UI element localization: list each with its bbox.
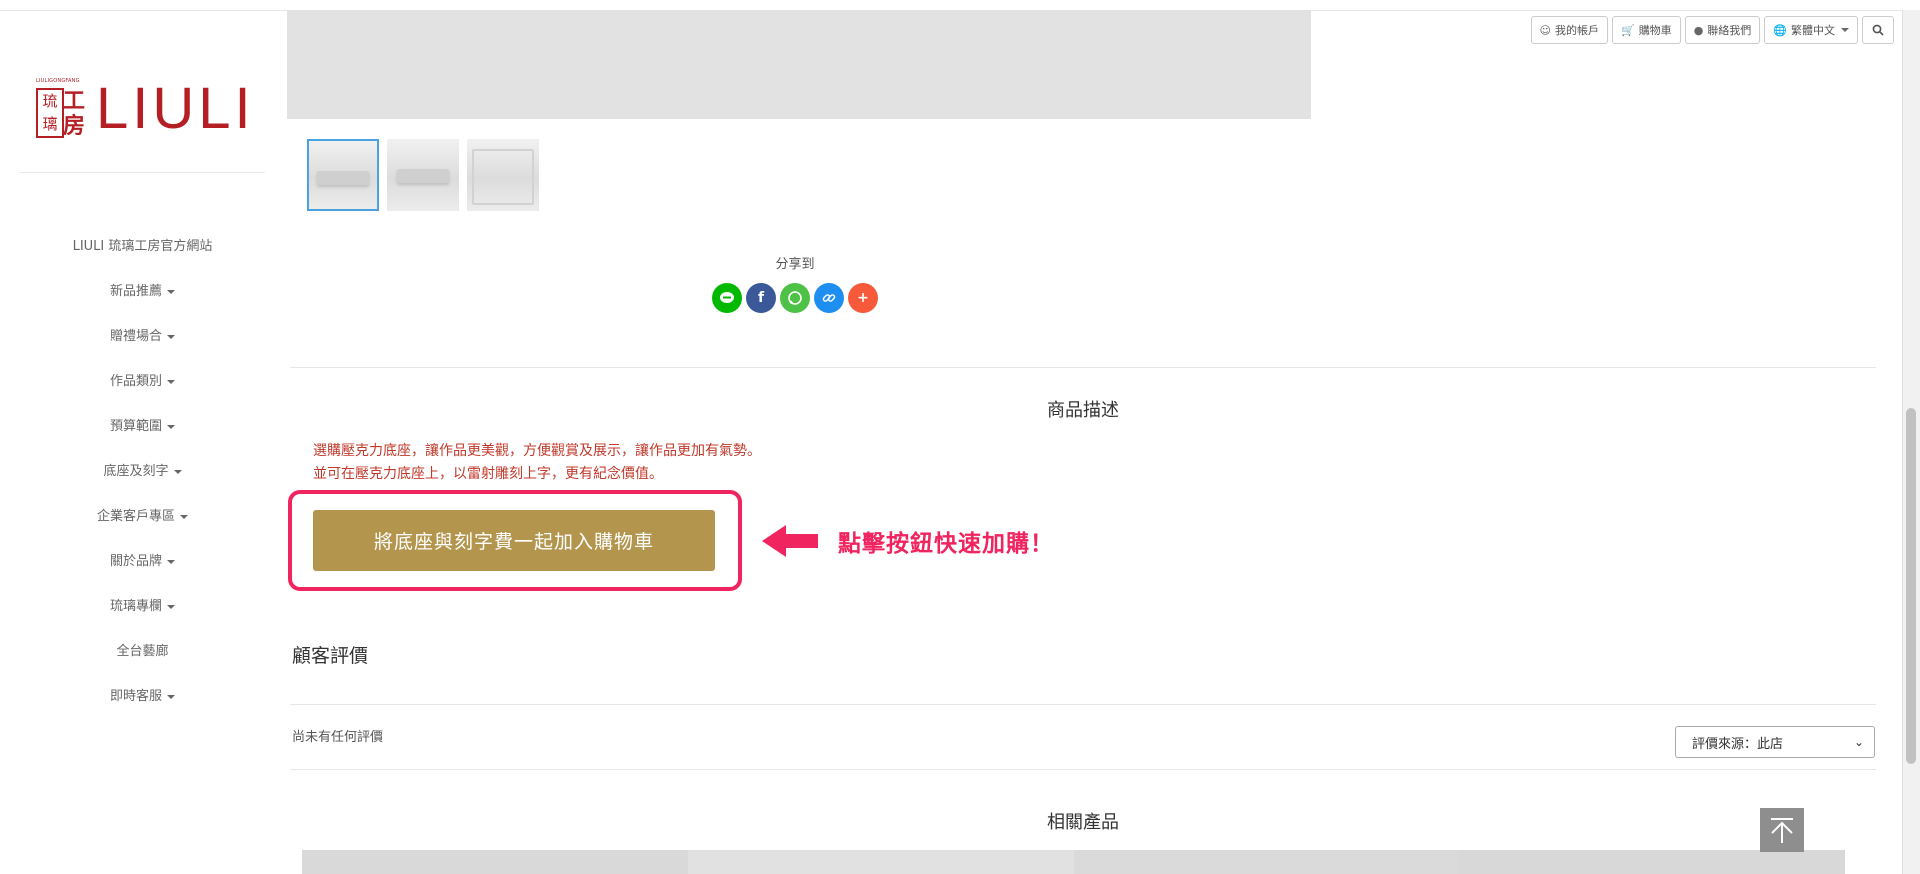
sidebar-item-9[interactable]: 琉璃專欄 (0, 592, 285, 637)
related-product-card[interactable] (302, 850, 688, 874)
sidebar-item-label: 全台藝廊 (116, 644, 169, 659)
arrow-left-icon (762, 525, 818, 557)
user-icon: ☺ (1539, 23, 1551, 37)
share-label: 分享到 (775, 257, 815, 272)
cart-button[interactable]: 🛒 購物車 (1611, 16, 1681, 44)
whatsapp-share-icon[interactable] (780, 283, 810, 313)
sidebar-nav: LIULI 琉璃工房官方網站新品推薦贈禮場合作品類別預算範圍底座及刻字企業客戶專… (0, 232, 285, 727)
search-button[interactable] (1862, 16, 1894, 44)
chevron-down-icon (167, 694, 175, 699)
sidebar-item-6[interactable]: 底座及刻字 (0, 457, 285, 502)
cart-icon: 🛒 (1620, 23, 1635, 37)
chevron-down-icon (167, 289, 175, 294)
review-source-value: 評價來源：此店 (1692, 736, 1784, 752)
cart-label: 購物車 (1638, 24, 1672, 37)
related-products-title: 相關產品 (1047, 812, 1119, 833)
logo-seal-icon: LIULIGONGFANG 琉 璃 工 房 (36, 78, 86, 140)
search-icon (1872, 24, 1884, 36)
arrow-up-icon (1771, 818, 1793, 843)
sidebar-item-8[interactable]: 關於品牌 (0, 547, 285, 592)
scrollbar-thumb[interactable] (1906, 408, 1916, 764)
globe-icon: 🌐 (1773, 23, 1787, 37)
reviews-title: 顧客評價 (292, 645, 369, 667)
logo-small-text: LIULIGONGFANG (36, 78, 80, 84)
language-dropdown[interactable]: 🌐 繁體中文 (1764, 16, 1858, 44)
description-text: 選購壓克力底座，讓作品更美觀，方便觀賞及展示，讓作品更加有氣勢。 並可在壓克力底… (313, 440, 761, 486)
line-share-icon[interactable] (712, 283, 742, 313)
logo-seal-char-3: 工 (62, 87, 85, 114)
logo-wordmark: LIULI (96, 76, 255, 141)
account-label: 我的帳戶 (1554, 24, 1599, 37)
more-share-icon[interactable]: + (848, 283, 878, 313)
facebook-share-icon[interactable]: f (746, 283, 776, 313)
logo-seal-char-2: 璃 (42, 115, 58, 133)
cta-hint-text: 點擊按鈕快速加購！ (838, 531, 1054, 557)
add-base-engraving-to-cart-button[interactable]: 將底座與刻字費一起加入購物車 (313, 510, 715, 571)
chevron-down-icon (167, 424, 175, 429)
chevron-down-icon (167, 559, 175, 564)
sidebar-item-2[interactable]: 新品推薦 (0, 277, 285, 322)
sidebar-item-5[interactable]: 預算範圍 (0, 412, 285, 457)
contact-label: 聯絡我們 (1707, 24, 1752, 37)
sidebar-item-label: 企業客戶專區 (96, 509, 175, 524)
description-line-1: 選購壓克力底座，讓作品更美觀，方便觀賞及展示，讓作品更加有氣勢。 (313, 443, 761, 459)
review-source-select[interactable]: 評價來源：此店 ⌄ (1675, 726, 1875, 758)
sidebar-item-label: 琉璃專欄 (109, 599, 162, 614)
account-button[interactable]: ☺ 我的帳戶 (1530, 16, 1608, 44)
back-to-top-button[interactable] (1760, 808, 1804, 852)
product-main-image[interactable] (287, 10, 1311, 119)
sidebar-item-label: 關於品牌 (109, 554, 162, 569)
sidebar-item-4[interactable]: 作品類別 (0, 367, 285, 412)
thumbnail-strip (307, 139, 539, 211)
product-thumbnail-1[interactable] (307, 139, 379, 211)
sidebar-item-7[interactable]: 企業客戶專區 (0, 502, 285, 547)
divider (290, 367, 1876, 368)
description-title: 商品描述 (1047, 400, 1119, 421)
divider (290, 769, 1876, 770)
contact-button[interactable]: ● 聯絡我們 (1684, 16, 1761, 44)
sidebar-item-label: 即時客服 (109, 689, 162, 704)
chat-bubble-icon: ● (1693, 23, 1704, 37)
sidebar-item-label: 作品類別 (109, 374, 162, 389)
chevron-down-icon (167, 334, 175, 339)
description-line-2: 並可在壓克力底座上，以雷射雕刻上字，更有紀念價值。 (313, 466, 663, 482)
sidebar-item-1[interactable]: LIULI 琉璃工房官方網站 (0, 232, 285, 277)
sidebar-item-label: 新品推薦 (109, 284, 162, 299)
product-thumbnail-3[interactable] (467, 139, 539, 211)
sidebar-item-label: 贈禮場合 (109, 329, 162, 344)
no-reviews-text: 尚未有任何評價 (292, 730, 384, 745)
logo-seal-char-1: 琉 (42, 92, 58, 110)
page-scrollbar[interactable] (1902, 10, 1920, 874)
logo-seal-char-4: 房 (62, 112, 85, 139)
top-toolbar: ☺ 我的帳戶 🛒 購物車 ● 聯絡我們 🌐 繁體中文 (1530, 16, 1894, 44)
sidebar-item-label: 預算範圍 (109, 419, 162, 434)
chevron-down-icon (167, 379, 175, 384)
link-share-icon[interactable] (814, 283, 844, 313)
related-product-card[interactable] (1073, 850, 1460, 874)
sidebar-item-3[interactable]: 贈禮場合 (0, 322, 285, 367)
sidebar-item-10[interactable]: 全台藝廊 (0, 637, 285, 682)
chevron-down-icon (180, 514, 188, 519)
chevron-down-icon: ⌄ (1853, 735, 1864, 749)
related-product-card[interactable] (1459, 850, 1845, 874)
sidebar-item-label: 底座及刻字 (103, 464, 169, 479)
chevron-down-icon (167, 604, 175, 609)
product-thumbnail-2[interactable] (387, 139, 459, 211)
sidebar: LIULIGONGFANG 琉 璃 工 房 LIULI LIULI 琉璃工房官方… (0, 10, 285, 874)
divider (290, 704, 1876, 705)
share-icons: f + (712, 283, 878, 313)
chevron-down-icon (173, 469, 182, 474)
language-label: 繁體中文 (1791, 24, 1835, 37)
sidebar-divider (20, 172, 265, 173)
brand-logo[interactable]: LIULIGONGFANG 琉 璃 工 房 LIULI (36, 78, 255, 140)
related-product-card[interactable] (687, 850, 1074, 874)
sidebar-item-label: LIULI 琉璃工房官方網站 (72, 239, 213, 254)
sidebar-item-11[interactable]: 即時客服 (0, 682, 285, 727)
related-products-strip (302, 850, 1845, 874)
chevron-down-icon (1841, 28, 1849, 32)
